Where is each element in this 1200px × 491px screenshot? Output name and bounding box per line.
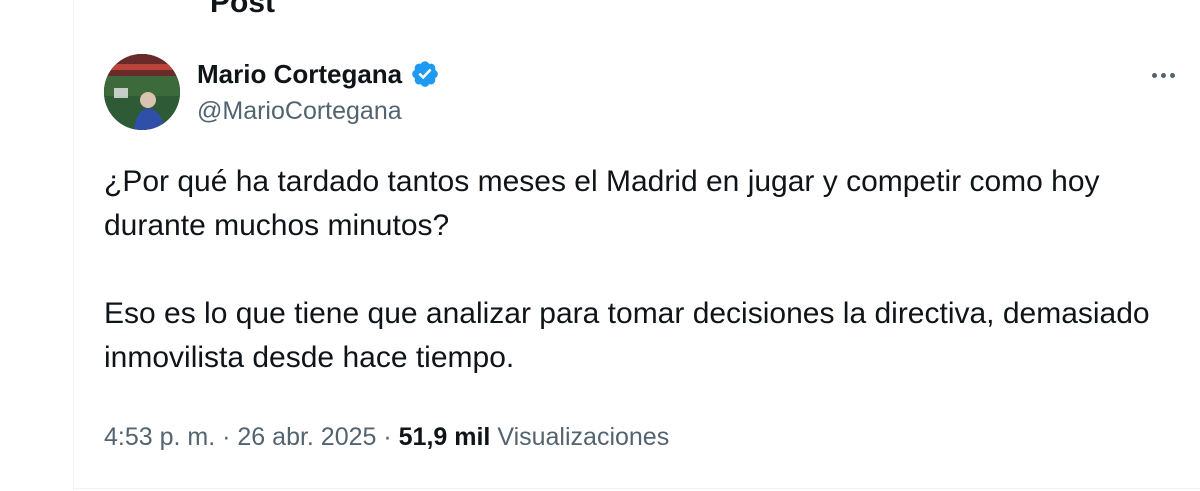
column-divider [73,0,74,491]
author-name[interactable]: Mario Cortegana [197,58,402,90]
views-count: 51,9 mil [398,423,491,451]
tweet-date[interactable]: 26 abr. 2025 [237,423,376,451]
post-detail-page: Post Mario Cortegana @MarioCortegana ¿Po… [0,0,1200,491]
author-name-row: Mario Cortegana [197,58,440,90]
page-title: Post [210,0,276,19]
bottom-divider [74,488,1200,489]
tweet-paragraph: ¿Por qué ha tardado tantos meses el Madr… [104,165,1100,242]
avatar[interactable] [104,54,180,130]
more-options-button[interactable] [1143,60,1183,90]
views-label: Visualizaciones [497,423,670,451]
more-horizontal-icon-dot [1160,72,1166,78]
verified-badge-icon[interactable] [410,59,440,89]
avatar-image [104,54,180,130]
arrow-left-icon[interactable] [104,0,144,14]
more-horizontal-icon-dot [1169,72,1175,78]
tweet-text: ¿Por qué ha tardado tantos meses el Madr… [104,160,1164,380]
tweet-meta: 4:53 p. m. · 26 abr. 2025 · 51,9 mil Vis… [104,420,669,454]
meta-separator: · [383,423,392,451]
author-handle[interactable]: @MarioCortegana [197,95,402,127]
meta-separator: · [222,423,231,451]
tweet-time[interactable]: 4:53 p. m. [104,423,215,451]
more-horizontal-icon [1151,72,1157,78]
tweet-paragraph: Eso es lo que tiene que analizar para to… [104,297,1150,374]
